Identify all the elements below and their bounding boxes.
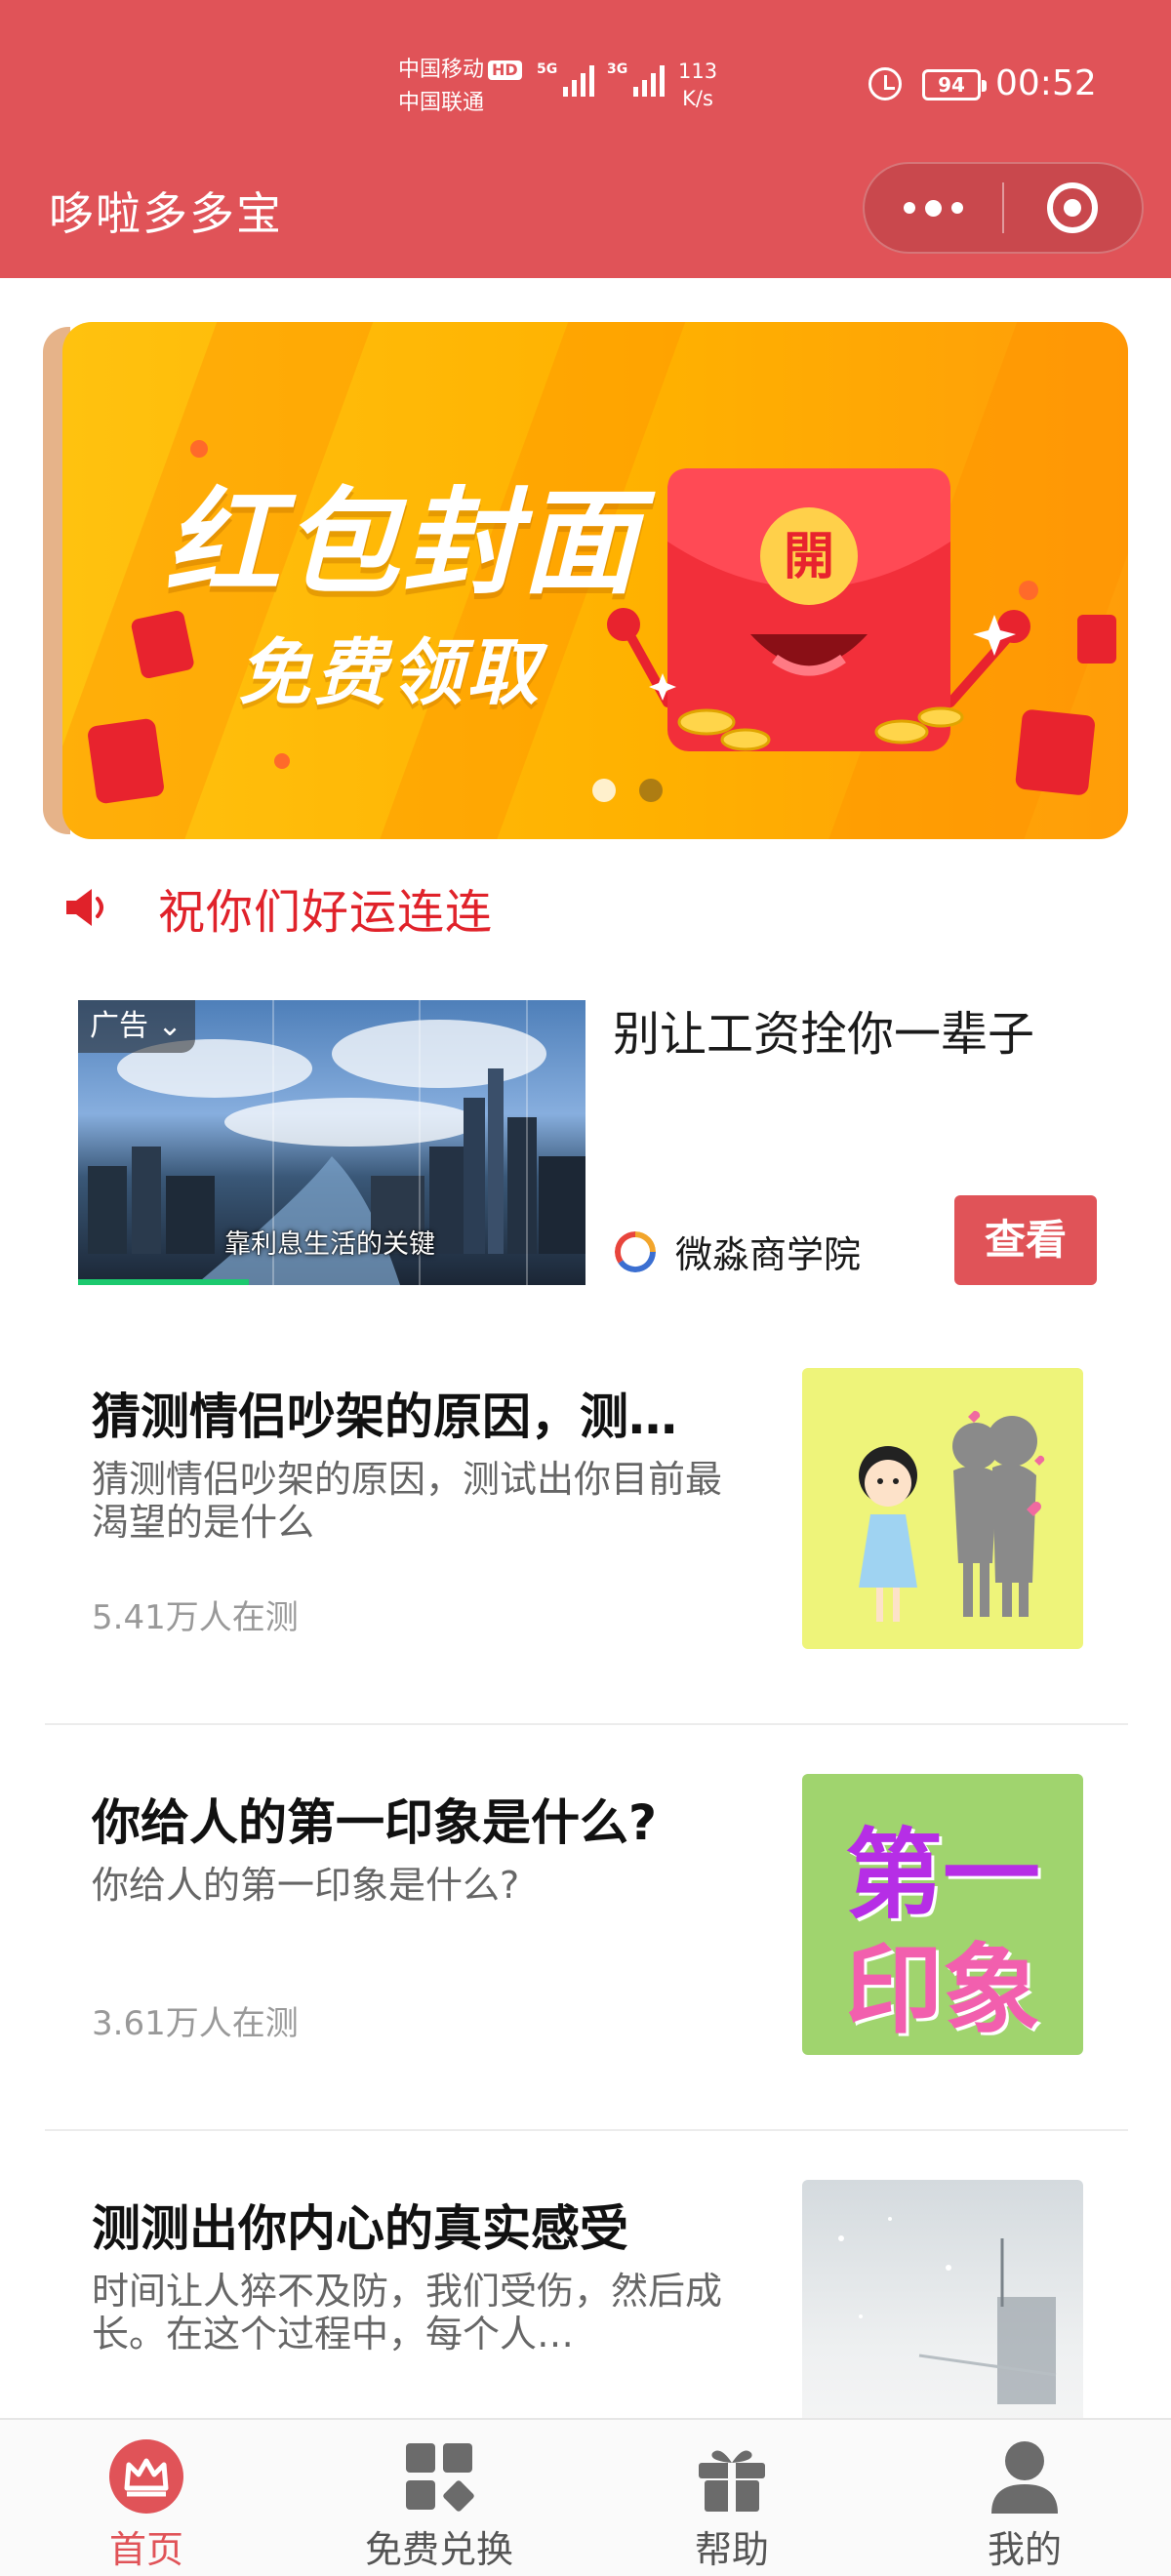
ad-tag[interactable]: 广告 ⌄ [78,1000,195,1053]
quiz-title: 猜测情侣吵架的原因，测试出你目前最渴望的是什么 [92,1389,716,1445]
envelope-character: 開 [784,528,834,586]
grid-exchange-icon [406,2443,474,2512]
tab-label: 帮助 [694,2528,769,2571]
speaker-icon [66,889,103,926]
chevron-down-icon: ⌄ [157,1009,182,1043]
carousel-indicator [592,779,663,802]
miniprogram-capsule [863,162,1144,254]
banner-carousel[interactable]: 開 红包封面 免费领取 [43,322,1128,839]
carrier-2: 中国联通 [398,91,485,115]
quiz-thumbnail: 第一 印象 [802,1774,1083,2055]
tab-bar: 首页 免费兑换 帮助 我的 [0,2418,1171,2576]
tab-free-exchange[interactable]: 免费兑换 [293,2420,586,2576]
tab-label: 我的 [987,2528,1062,2571]
signal-strength-icon-2: 3G [607,61,666,97]
banner-subtitle: 免费领取 [238,631,543,715]
view-ad-button[interactable]: 查看 [954,1195,1097,1285]
sim1-network-label: 5G [537,61,558,77]
ad-source-name: 微淼商学院 [675,1233,862,1276]
notice-bar: 祝你们好运连连 [64,873,493,942]
ad-video[interactable]: 广告 ⌄ 靠利息生活的关键 [78,1000,586,1285]
quiz-item[interactable]: 猜测情侣吵架的原因，测试出你目前最渴望的是什么 猜测情侣吵架的原因，测试出你目前… [45,1319,1128,1725]
carrier-info: 中国移动 HD 中国联通 [398,54,522,120]
network-speed-value: 113 [678,60,718,83]
quiz-title: 测测出你内心的真实感受 [92,2200,628,2257]
sim2-network-label: 3G [607,61,628,77]
banner-slide[interactable]: 開 红包封面 免费领取 [62,322,1128,839]
more-dots-icon[interactable] [865,164,1002,252]
carrier-1: 中国移动 [398,58,485,82]
couple-illustration [859,1410,1045,1622]
carousel-dot [639,779,663,802]
alarm-icon [868,67,902,101]
ad-card[interactable]: 广告 ⌄ 靠利息生活的关键 别让工资拴你一辈子 微淼商学院 查看 [78,1000,1103,1285]
gift-help-icon [699,2450,765,2512]
quiz-thumbnail [802,1368,1083,1649]
battery-icon: 94 [922,69,987,101]
quiz-description: 时间让人猝不及防，我们受伤，然后成长。在这个过程中，每个人… [92,2270,723,2355]
quiz-participant-count: 5.41万人在测 [92,1598,299,1637]
tab-profile[interactable]: 我的 [878,2420,1171,2576]
tab-label: 免费兑换 [364,2528,513,2571]
battery-level: 94 [938,73,965,97]
record-close-icon[interactable] [1004,164,1142,252]
hd-badge: HD [488,60,522,80]
quiz-description: 猜测情侣吵架的原因，测试出你目前最渴望的是什么 [92,1458,723,1544]
tab-help[interactable]: 帮助 [586,2420,878,2576]
app-header: 中国移动 HD 中国联通 5G 3G 113 K/s 94 00:52 哆啦多多宝 [0,0,1171,278]
status-time: 00:52 [995,63,1097,103]
tab-home[interactable]: 首页 [0,2420,293,2576]
notice-text: 祝你们好运连连 [158,885,494,940]
page-title: 哆啦多多宝 [49,187,283,240]
thumbnail-text-line-2: 印象 [845,1933,1040,2047]
video-progress-bar [78,1279,249,1285]
ad-tag-label: 广告 [90,1009,148,1043]
status-bar: 中国移动 HD 中国联通 5G 3G 113 K/s 94 00:52 [0,54,1151,122]
advertiser-logo-icon [615,1230,656,1272]
ad-video-caption: 靠利息生活的关键 [224,1229,435,1260]
user-profile-icon [991,2441,1058,2514]
ad-source: 微淼商学院 [615,1225,861,1278]
quiz-description: 你给人的第一印象是什么? [92,1864,520,1907]
tab-label: 首页 [108,2528,183,2571]
carousel-dot-active [592,779,616,802]
quiz-participant-count: 3.61万人在测 [92,2004,299,2043]
quiz-item[interactable]: 你给人的第一印象是什么? 你给人的第一印象是什么? 3.61万人在测 第一 印象 [45,1725,1128,2131]
network-speed-unit: K/s [682,87,713,110]
network-speed: 113 K/s [678,58,717,112]
crown-home-icon [109,2439,183,2514]
quiz-title: 你给人的第一印象是什么? [92,1794,658,1851]
signal-strength-icon: 5G [537,61,595,97]
banner-title: 红包封面 [165,475,642,610]
ad-headline[interactable]: 别让工资拴你一辈子 [613,1000,1034,1068]
